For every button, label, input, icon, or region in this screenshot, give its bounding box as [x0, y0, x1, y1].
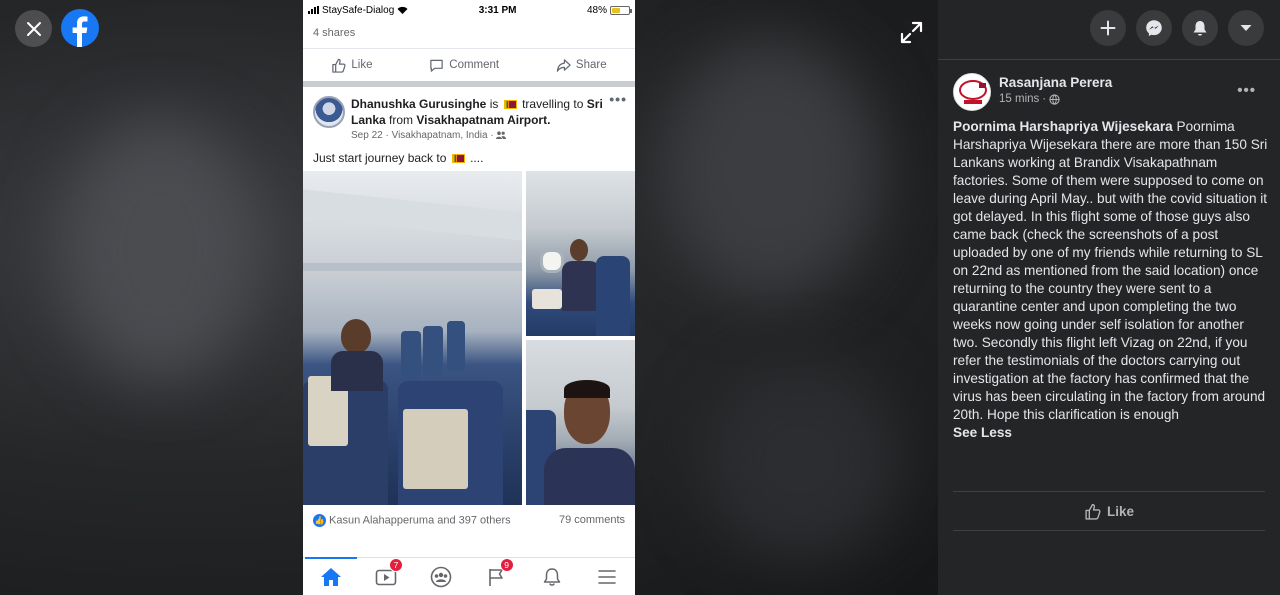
- post-activity: travelling to: [522, 97, 584, 111]
- panel-time[interactable]: 15 mins: [999, 93, 1039, 105]
- bell-icon: [543, 567, 561, 586]
- shares-count[interactable]: 4 shares: [303, 20, 635, 48]
- post-origin[interactable]: Visakhapatnam Airport.: [416, 113, 550, 127]
- status-bar: StaySafe-Dialog 3:31 PM 48%: [303, 0, 635, 20]
- clock: 3:31 PM: [478, 4, 517, 16]
- share-icon: [556, 58, 571, 72]
- tab-notifications[interactable]: [536, 563, 568, 591]
- account-menu-button[interactable]: [1228, 10, 1264, 46]
- reactions-summary: 👍 Kasun Alahapperuma and 397 others 79 co…: [303, 505, 635, 535]
- post-from: from: [389, 113, 414, 127]
- like-button[interactable]: Like: [953, 491, 1265, 531]
- sri-lanka-flag-icon: [451, 154, 465, 164]
- bell-icon: [1193, 20, 1207, 36]
- meta-separator: ·: [1042, 93, 1047, 105]
- battery-label: 48%: [586, 4, 607, 16]
- reactions-label: Kasun Alahapperuma and 397 others: [329, 513, 511, 526]
- bottom-tab-bar: 7 9: [303, 557, 635, 595]
- background-blur: [60, 120, 260, 380]
- comment-button[interactable]: Comment: [429, 58, 499, 73]
- photo-grid: [303, 171, 635, 505]
- comment-icon: [430, 59, 444, 72]
- carrier-label: StaySafe-Dialog: [322, 4, 395, 16]
- expand-icon[interactable]: [899, 20, 924, 45]
- tab-groups[interactable]: [425, 563, 457, 591]
- messenger-icon: [1146, 20, 1162, 36]
- post-header: Dhanushka Gurusinghe is travelling to Sr…: [303, 87, 635, 143]
- post-actions: Like Comment Share: [303, 48, 635, 81]
- phone-screenshot: StaySafe-Dialog 3:31 PM 48% 4 shares Lik…: [303, 0, 635, 595]
- thumbs-up-icon: [1085, 503, 1101, 520]
- tab-pages[interactable]: 9: [481, 557, 514, 591]
- background-blur: [660, 40, 880, 300]
- top-bar-actions: [1090, 10, 1264, 46]
- like-reaction-icon: 👍: [313, 513, 326, 527]
- comments-count[interactable]: 79 comments: [559, 514, 625, 526]
- globe-icon: [1049, 93, 1060, 105]
- share-button[interactable]: Share: [556, 58, 607, 73]
- photo-airplane-cabin[interactable]: [303, 171, 522, 505]
- watch-badge: 7: [388, 557, 403, 572]
- messenger-button[interactable]: [1136, 10, 1172, 46]
- friends-icon: [496, 131, 507, 140]
- comment-body: Poornima Harshapriya Wijesekara Poornima…: [953, 118, 1271, 442]
- comment-author-tag[interactable]: Poornima Harshapriya Wijesekara: [953, 119, 1173, 134]
- notifications-button[interactable]: [1182, 10, 1218, 46]
- comment-author-row: Rasanjana Perera 15 mins ·: [953, 73, 1271, 111]
- see-less-link[interactable]: See Less: [953, 424, 1271, 442]
- panel-author-name[interactable]: Rasanjana Perera: [999, 75, 1112, 90]
- share-label: Share: [575, 59, 607, 71]
- comment-label: Comment: [449, 59, 500, 71]
- post-is: is: [489, 97, 499, 111]
- like-label: Like: [1106, 503, 1134, 519]
- reactions-names[interactable]: 👍 Kasun Alahapperuma and 397 others: [313, 513, 511, 527]
- pages-badge: 9: [499, 557, 514, 572]
- post-text: Just start journey back to ....: [303, 143, 635, 171]
- comment-panel: Rasanjana Perera 15 mins · ••• Poornima …: [938, 0, 1280, 595]
- post-author[interactable]: Dhanushka Gurusinghe: [351, 97, 486, 111]
- battery-icon: [609, 5, 632, 15]
- panel-post-meta: 15 mins ·: [999, 93, 1112, 105]
- photo-selfie[interactable]: [526, 340, 635, 505]
- like-button[interactable]: Like: [331, 58, 373, 73]
- post-date[interactable]: Sep 22: [351, 130, 383, 141]
- post-meta: Sep 22 · Visakhapatnam, India ·: [351, 129, 603, 143]
- signal-icon: [308, 6, 319, 14]
- profile-picture-icon: [954, 74, 990, 110]
- photo-viewer: StaySafe-Dialog 3:31 PM 48% 4 shares Lik…: [0, 0, 938, 595]
- home-icon: [320, 567, 341, 586]
- sri-lanka-flag-icon: [503, 100, 517, 110]
- create-button[interactable]: [1090, 10, 1126, 46]
- tab-watch[interactable]: 7: [370, 557, 403, 591]
- close-button[interactable]: [15, 10, 52, 47]
- active-tab-indicator: [305, 557, 357, 559]
- avatar[interactable]: [953, 73, 991, 111]
- wifi-icon: [397, 6, 408, 14]
- photo-seated-passenger[interactable]: [526, 171, 635, 336]
- post-text-body: Just start journey back to: [313, 151, 447, 165]
- post-location[interactable]: Visakhapatnam, India: [392, 130, 488, 141]
- close-icon: [26, 21, 41, 36]
- more-options-icon[interactable]: •••: [609, 91, 627, 107]
- facebook-logo-icon[interactable]: [61, 9, 99, 47]
- comment-text: Poornima Harshapriya Wijesekara there ar…: [953, 119, 1268, 422]
- like-label: Like: [351, 59, 373, 71]
- groups-icon: [431, 566, 452, 587]
- avatar[interactable]: [313, 96, 345, 128]
- tab-menu[interactable]: [591, 563, 623, 591]
- caret-down-icon: [1240, 25, 1252, 31]
- hamburger-menu-icon: [598, 569, 617, 584]
- thumbs-up-icon: [332, 58, 346, 73]
- more-options-icon[interactable]: •••: [1237, 82, 1256, 99]
- divider: [938, 59, 1280, 60]
- background-blur: [700, 360, 900, 560]
- plus-icon: [1100, 20, 1116, 36]
- tab-home[interactable]: [315, 563, 347, 591]
- post-text-ellipsis: ....: [470, 151, 484, 165]
